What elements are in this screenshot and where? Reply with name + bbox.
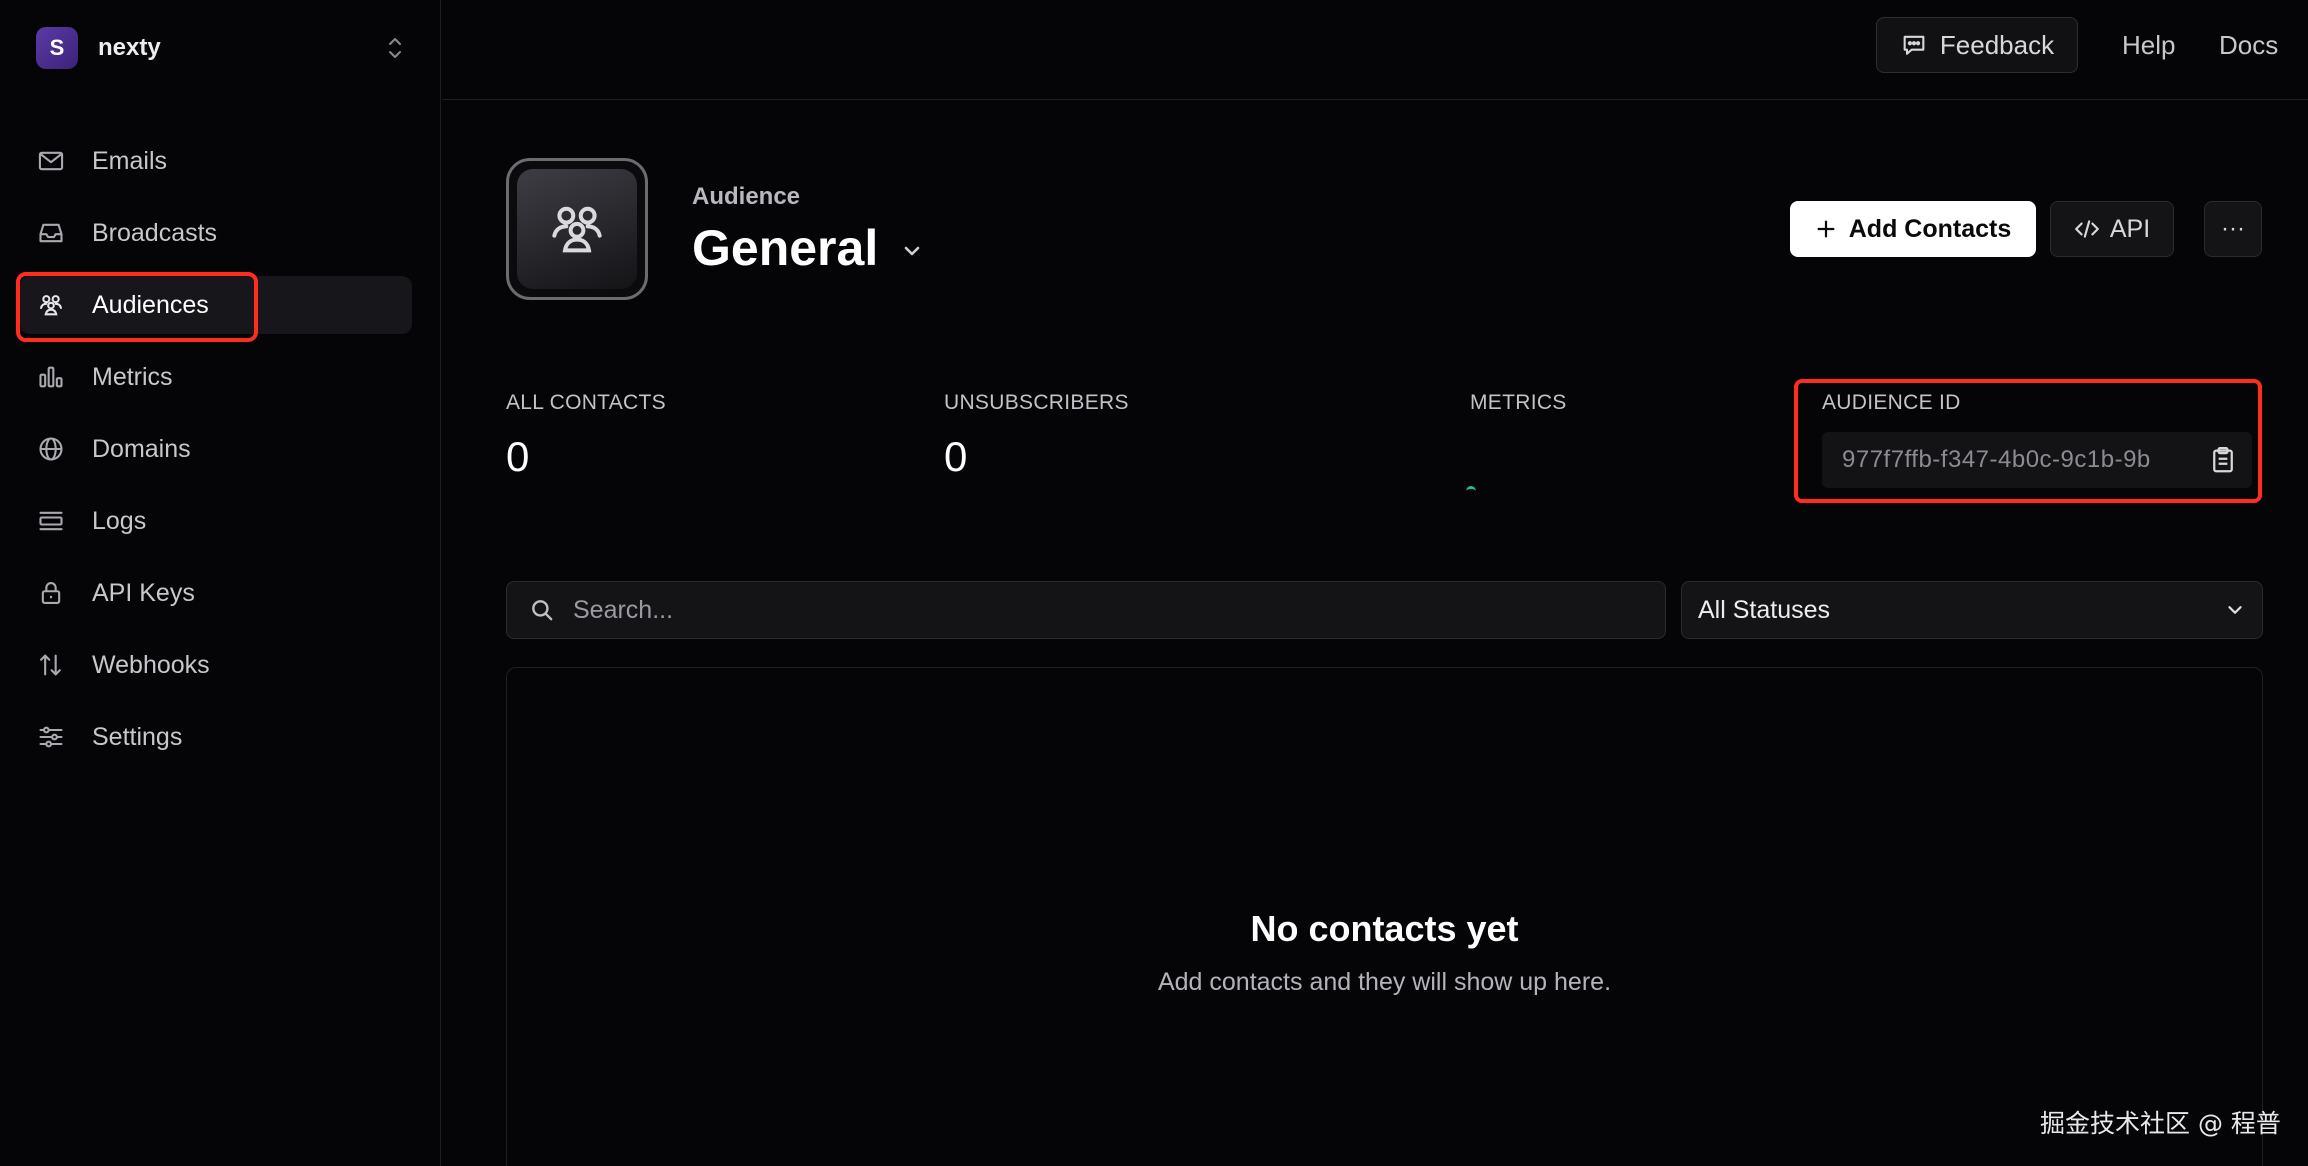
sidebar-item-audiences[interactable]: Audiences <box>20 276 412 334</box>
empty-state-title: No contacts yet <box>1250 908 1519 949</box>
clipboard-icon[interactable] <box>2208 445 2238 475</box>
sidebar-item-label: Broadcasts <box>92 218 218 247</box>
audience-avatar <box>506 158 648 300</box>
add-contacts-button[interactable]: Add Contacts <box>1790 201 2036 257</box>
sidebar-item-label: API Keys <box>92 578 195 607</box>
arrows-icon <box>36 650 66 680</box>
watermark: 掘金技术社区 @ 程普 <box>2040 1109 2281 1138</box>
sidebar-item-api-keys[interactable]: API Keys <box>20 564 412 622</box>
help-link[interactable]: Help <box>2122 30 2175 61</box>
topbar: Feedback Help Docs <box>442 0 2308 100</box>
sidebar-item-label: Metrics <box>92 362 173 391</box>
globe-icon <box>36 434 66 464</box>
lock-icon <box>36 578 66 608</box>
audience-label: Audience <box>692 183 801 210</box>
app-root: S nexty Emails Broadcasts Audiences Metr… <box>0 0 2308 1166</box>
chevron-down-icon <box>2228 606 2242 614</box>
sidebar-item-emails[interactable]: Emails <box>20 132 412 190</box>
logs-icon <box>36 506 66 536</box>
sidebar-item-label: Webhooks <box>92 650 210 679</box>
users-icon <box>36 290 66 320</box>
team-avatar: S <box>36 27 78 69</box>
audience-id-label: AUDIENCE ID <box>1822 391 1961 414</box>
sidebar-item-domains[interactable]: Domains <box>20 420 412 478</box>
all-contacts-label: ALL CONTACTS <box>506 391 666 414</box>
sidebar-item-label: Emails <box>92 146 168 175</box>
empty-state-subtitle: Add contacts and they will show up here. <box>1157 968 1612 996</box>
unsubscribers-label: UNSUBSCRIBERS <box>944 391 1129 414</box>
more-options-button[interactable]: ··· <box>2204 201 2262 257</box>
sidebar: S nexty Emails Broadcasts Audiences Metr… <box>0 0 441 1166</box>
docs-link[interactable]: Docs <box>2219 30 2278 61</box>
search-icon <box>532 600 553 621</box>
chevron-down-icon <box>904 246 920 256</box>
add-contacts-label: Add Contacts <box>1848 214 2012 243</box>
bar-chart-icon <box>36 362 66 392</box>
team-name: nexty <box>98 34 161 61</box>
feedback-label: Feedback <box>1939 29 2055 60</box>
users-icon <box>552 206 602 253</box>
ellipsis-icon: ··· <box>2221 215 2245 242</box>
status-filter-select[interactable]: All Statuses <box>1681 581 2263 639</box>
sliders-icon <box>36 722 66 752</box>
feedback-button[interactable]: Feedback <box>1876 17 2078 73</box>
api-label: API <box>2109 214 2151 243</box>
chat-bubble-icon <box>1903 35 1925 55</box>
status-filter-value: All Statuses <box>1698 595 1831 624</box>
contacts-empty-state: No contacts yet Add contacts and they wi… <box>506 667 2263 1166</box>
unsubscribers-value: 0 <box>944 433 968 480</box>
mail-icon <box>36 146 66 176</box>
sidebar-item-label: Settings <box>92 722 183 751</box>
sidebar-item-label: Audiences <box>92 290 209 319</box>
sidebar-item-settings[interactable]: Settings <box>20 708 412 766</box>
api-button[interactable]: API <box>2050 201 2174 257</box>
search-box[interactable] <box>506 581 1666 639</box>
sidebar-item-label: Domains <box>92 434 191 463</box>
metrics-sparkline <box>1466 486 1476 494</box>
audience-title: General <box>692 220 879 276</box>
main-content: Audience General Add Contacts API ··· AL… <box>442 101 2308 1166</box>
sidebar-item-webhooks[interactable]: Webhooks <box>20 636 412 694</box>
sidebar-item-metrics[interactable]: Metrics <box>20 348 412 406</box>
team-switcher[interactable]: S nexty <box>36 26 406 70</box>
chevron-up-down-icon <box>389 38 401 58</box>
sidebar-item-label: Logs <box>92 506 147 535</box>
code-icon <box>2074 220 2099 238</box>
metrics-label: METRICS <box>1470 391 1567 414</box>
plus-icon <box>1817 220 1835 238</box>
sidebar-item-logs[interactable]: Logs <box>20 492 412 550</box>
audience-id-value[interactable]: 977f7ffb-f347-4b0c-9c1b-9b <box>1822 446 2198 474</box>
search-input[interactable] <box>573 595 1665 625</box>
sidebar-item-broadcasts[interactable]: Broadcasts <box>20 204 412 262</box>
audience-title-dropdown[interactable]: General <box>692 219 924 277</box>
all-contacts-value: 0 <box>506 433 530 480</box>
audience-id-field[interactable]: 977f7ffb-f347-4b0c-9c1b-9b <box>1822 432 2252 488</box>
inbox-icon <box>36 218 66 248</box>
